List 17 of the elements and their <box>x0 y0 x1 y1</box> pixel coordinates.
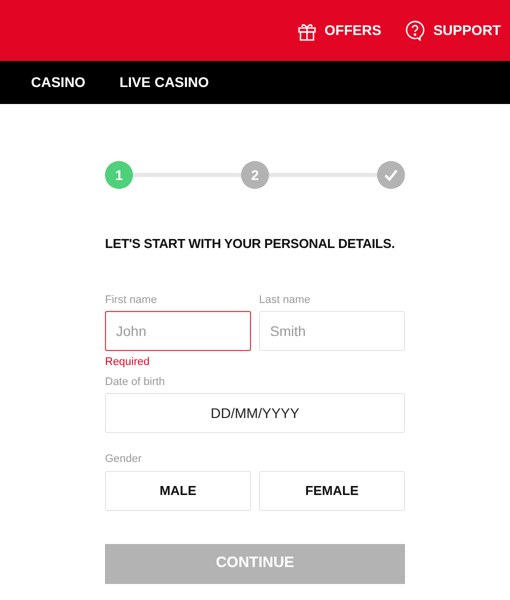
step-circle: 1 <box>105 161 133 189</box>
step-circle: 2 <box>241 161 269 189</box>
help-icon <box>405 20 426 41</box>
gender-button[interactable]: FEMALE <box>259 470 405 510</box>
form-heading: LET'S START WITH YOUR PERSONAL DETAILS. <box>105 235 396 253</box>
field-label: Last name <box>259 292 312 308</box>
input-field[interactable]: John <box>105 311 251 351</box>
field-label: First name <box>105 292 158 308</box>
nav-link[interactable]: LIVE CASINO <box>119 72 209 93</box>
field-label: Gender <box>105 452 143 467</box>
nav-link[interactable]: CASINO <box>31 72 86 93</box>
field-label: Date of birth <box>105 374 166 390</box>
error-text: Required <box>105 355 151 370</box>
header-link[interactable]: SUPPORT <box>405 20 501 41</box>
header-link[interactable]: OFFERS <box>296 20 382 41</box>
date-field[interactable]: DD/MM/YYYY <box>105 393 405 433</box>
gender-button[interactable]: MALE <box>105 470 251 510</box>
